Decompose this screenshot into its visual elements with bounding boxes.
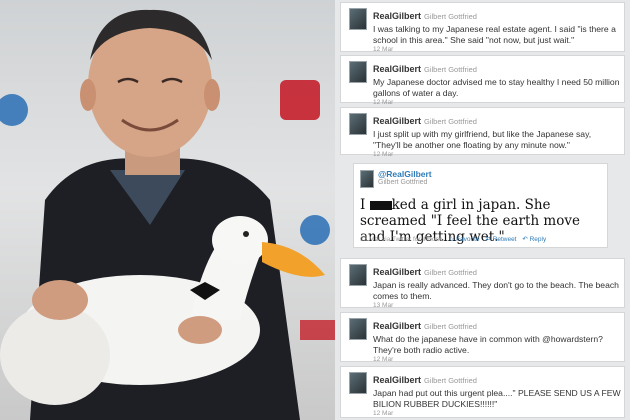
avatar[interactable] bbox=[349, 61, 367, 83]
tweet-card: RealGilbert Gilbert Gottfried Japan is re… bbox=[340, 258, 625, 309]
retweet-label: Retweet bbox=[492, 236, 517, 243]
tweet-card: RealGilbert Gilbert Gottfried My Japanese… bbox=[340, 55, 625, 106]
tweet-text: Japan had put out this urgent plea...." … bbox=[373, 388, 621, 409]
tweet-fullname: Gilbert Gottfried bbox=[424, 117, 477, 126]
tweet-date[interactable]: 12 Mar bbox=[373, 410, 621, 417]
featured-text-before: I bbox=[360, 197, 370, 213]
tweet-fullname: Gilbert Gottfried bbox=[424, 65, 477, 74]
tweet-text: I was talking to my Japanese real estate… bbox=[373, 24, 616, 45]
photo-illustration bbox=[0, 9, 335, 420]
tweet-fullname: Gilbert Gottfried bbox=[424, 12, 477, 21]
tweet-text: What do the japanese have in common with… bbox=[373, 334, 603, 355]
tweet-text: Japan is really advanced. They don't go … bbox=[373, 280, 619, 301]
featured-meta-text[interactable]: 12 Mar via Twitter for iPhone bbox=[360, 236, 443, 243]
censor-bar bbox=[369, 201, 392, 210]
tweet-username[interactable]: RealGilbert bbox=[373, 375, 421, 385]
tweet-username[interactable]: RealGilbert bbox=[373, 11, 421, 21]
tweet-text: I just split up with my girlfriend, but … bbox=[373, 129, 592, 150]
tweet-fullname: Gilbert Gottfried bbox=[424, 322, 477, 331]
tweet-fullname: Gilbert Gottfried bbox=[424, 268, 477, 277]
tweet-date[interactable]: 12 Mar bbox=[373, 151, 621, 158]
tweet-card: RealGilbert Gilbert Gottfried I just spli… bbox=[340, 107, 625, 158]
retweet-action[interactable]: ⇄ Retweet bbox=[485, 236, 516, 243]
tweet-username[interactable]: RealGilbert bbox=[373, 116, 421, 126]
avatar[interactable] bbox=[349, 113, 367, 135]
tweet-fullname: Gilbert Gottfried bbox=[424, 376, 477, 385]
tweet-card: RealGilbert Gilbert Gottfried What do the… bbox=[340, 312, 625, 363]
tweet-username[interactable]: RealGilbert bbox=[373, 267, 421, 277]
reply-label: Reply bbox=[529, 236, 547, 243]
tweets-column: RealGilbert Gilbert Gottfried I was talki… bbox=[335, 0, 630, 420]
featured-handle[interactable]: @RealGilbert bbox=[378, 169, 432, 179]
tweet-username[interactable]: RealGilbert bbox=[373, 321, 421, 331]
tweet-date[interactable]: 12 Mar bbox=[373, 99, 621, 106]
avatar[interactable] bbox=[349, 8, 367, 30]
tweet-card: RealGilbert Gilbert Gottfried Japan had p… bbox=[340, 366, 625, 418]
tweet-text: My Japanese doctor advised me to stay he… bbox=[373, 77, 620, 98]
featured-fullname: Gilbert Gottfried bbox=[378, 179, 428, 186]
featured-tweet-card: @RealGilbert Gilbert Gottfried I ked a g… bbox=[353, 163, 608, 248]
avatar[interactable] bbox=[360, 170, 374, 188]
favorite-action[interactable]: ☆ Favorite bbox=[448, 236, 479, 243]
tweet-date[interactable]: 13 Mar bbox=[373, 302, 621, 309]
avatar[interactable] bbox=[349, 372, 367, 394]
featured-meta: 12 Mar via Twitter for iPhone ☆ Favorite… bbox=[360, 235, 605, 243]
photo-gilbert-with-duck bbox=[0, 0, 335, 420]
tweet-username[interactable]: RealGilbert bbox=[373, 64, 421, 74]
tweet-card: RealGilbert Gilbert Gottfried I was talki… bbox=[340, 2, 625, 53]
avatar[interactable] bbox=[349, 318, 367, 340]
tweet-date[interactable]: 12 Mar bbox=[373, 356, 621, 363]
tweet-date[interactable]: 12 Mar bbox=[373, 46, 621, 53]
reply-action[interactable]: ↶ Reply bbox=[522, 236, 546, 243]
favorite-label: Favorite bbox=[456, 236, 480, 243]
avatar[interactable] bbox=[349, 264, 367, 286]
